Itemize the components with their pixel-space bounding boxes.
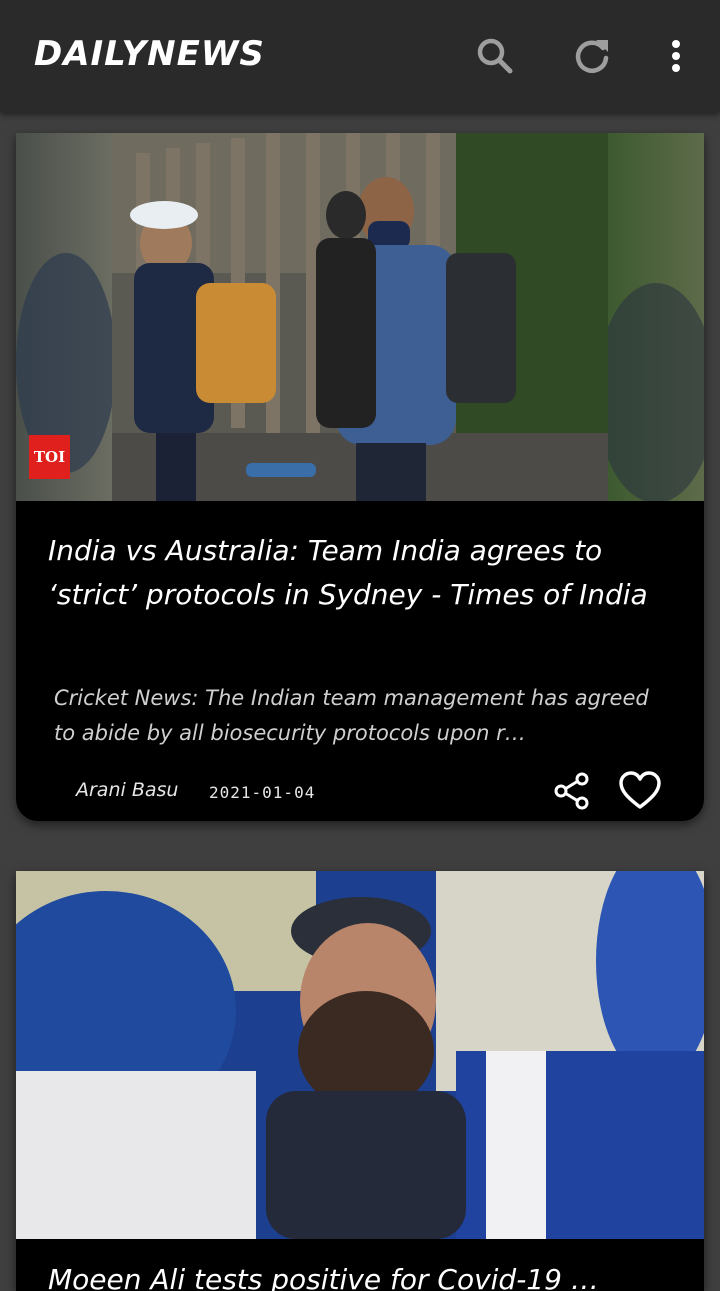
refresh-icon [572, 36, 612, 76]
search-button[interactable] [467, 28, 523, 84]
more-vert-icon [666, 36, 686, 76]
refresh-button[interactable] [564, 28, 620, 84]
search-icon [475, 36, 515, 76]
share-icon [552, 771, 592, 815]
heart-outline-icon [618, 771, 662, 815]
article-date: 2021-01-04 [209, 783, 316, 802]
app-bar: DAILYNEWS [0, 0, 720, 112]
article-title[interactable]: India vs Australia: Team India agrees to… [48, 529, 668, 617]
like-button[interactable] [616, 769, 664, 817]
source-badge: TOI [29, 435, 70, 479]
article-author: Arani Basu [76, 779, 179, 801]
more-menu-button[interactable] [648, 28, 704, 84]
article-card[interactable]: Moeen Ali tests positive for Covid-19 … [16, 871, 704, 1291]
app-title: DAILYNEWS [34, 34, 265, 74]
article-image[interactable] [16, 871, 704, 1239]
share-button[interactable] [548, 769, 596, 817]
article-card[interactable]: TOI India vs Australia: Team India agree… [16, 133, 704, 821]
article-image[interactable]: TOI [16, 133, 704, 501]
article-description: Cricket News: The Indian team management… [54, 686, 649, 745]
article-title[interactable]: Moeen Ali tests positive for Covid-19 … [48, 1263, 599, 1291]
